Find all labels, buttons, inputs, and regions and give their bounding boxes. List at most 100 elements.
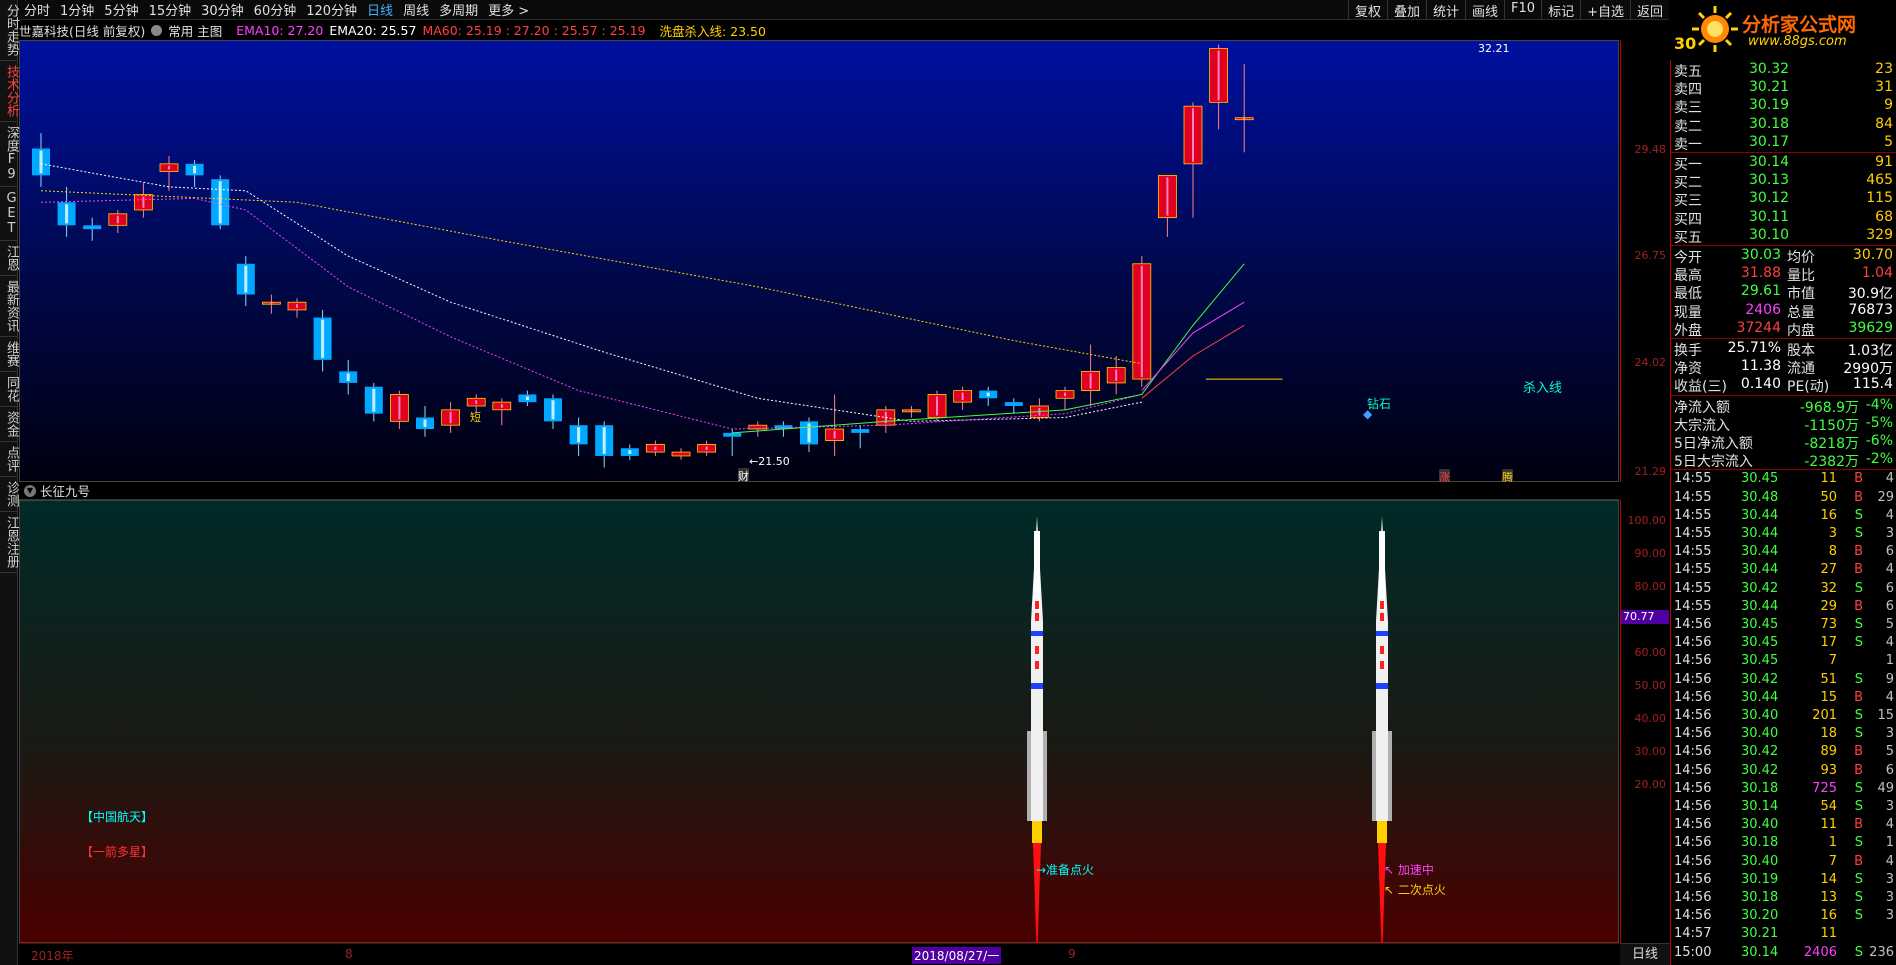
flow-row[interactable]: 5日大宗流入 -2382万 -2% [1671,450,1896,470]
buy-order-row[interactable]: 买二 30.13 465 [1671,171,1896,191]
template-icon[interactable] [151,25,163,36]
left-nav-item[interactable]: 分时走势 [0,0,19,61]
stat-row[interactable]: 净资 11.38 流通 2990万 [1671,357,1896,377]
tick-row[interactable]: 14:56 30.20 16 S 3 [1671,907,1896,926]
period-tab[interactable]: 1分钟 [55,0,99,19]
tick-row[interactable]: 14:56 30.42 89 B 5 [1671,743,1896,762]
tick-row[interactable]: 14:56 30.18 725 S 49 [1671,780,1896,799]
left-nav-item[interactable]: 技术分析 [0,61,19,122]
sell-order-row[interactable]: 卖二 30.18 84 [1671,115,1896,135]
left-nav-item[interactable]: 深度F9 [0,122,19,187]
period-button[interactable]: 日线 [1620,943,1670,965]
indicator-name[interactable]: 长征九号 [40,481,90,500]
tick-row[interactable]: 14:55 30.45 11 B 4 [1671,470,1896,489]
left-nav-item[interactable]: 维赛 [0,337,19,372]
tick-row[interactable]: 14:56 30.14 54 S 3 [1671,798,1896,817]
buy-order-row[interactable]: 买三 30.12 115 [1671,189,1896,209]
sell-order-row[interactable]: 卖四 30.21 31 [1671,78,1896,98]
stat-row[interactable]: 最高 31.88 量比 1.04 [1671,264,1896,284]
tick-row[interactable]: 14:56 30.45 7 1 [1671,652,1896,671]
left-nav-item[interactable]: GET [0,187,19,241]
flow-row[interactable]: 净流入额 -968.9万 -4% [1671,396,1896,416]
period-tab[interactable]: 60分钟 [249,0,302,19]
stat-row[interactable]: 外盘 37244 内盘 39629 [1671,319,1896,339]
period-tab[interactable]: 分时 [19,0,55,19]
period-tab[interactable]: 30分钟 [196,0,249,19]
template-name[interactable]: 常用 主图 [168,21,222,40]
tick-row[interactable]: 15:00 30.14 2406 S 236 [1671,944,1896,963]
stat-row[interactable]: 换手 25.71% 股本 1.03亿 [1671,339,1896,359]
tick-row[interactable]: 14:56 30.45 17 S 4 [1671,634,1896,653]
toolbar-tool-button[interactable]: 返回 [1629,0,1669,20]
flow-row[interactable]: 大宗流入 -1150万 -5% [1671,414,1896,434]
toolbar-tool-button[interactable]: 统计 [1426,0,1465,20]
tick-row[interactable]: 14:55 30.44 16 S 4 [1671,507,1896,526]
tick-row[interactable]: 14:56 30.45 73 S 5 [1671,616,1896,635]
tick-row[interactable]: 14:56 30.40 18 S 3 [1671,725,1896,744]
left-nav-item[interactable]: 资金 [0,407,19,442]
collapse-icon[interactable]: ▼ [24,484,36,497]
flow-row[interactable]: 5日净流入额 -8218万 -6% [1671,432,1896,452]
stat-row[interactable]: 最低 29.61 市值 30.9亿 [1671,282,1896,302]
tick-row[interactable]: 14:55 30.44 3 S 3 [1671,525,1896,544]
sell-order-row[interactable]: 卖三 30.19 9 [1671,96,1896,116]
toolbar-tool-button[interactable]: 叠加 [1386,0,1426,20]
tick-price: 30.45 [1741,471,1779,487]
period-toolbar: 分时 1分钟 5分钟 15分钟 30分钟 60分钟 120分钟 日线 周线 多周期 更多 > 复权叠… [19,0,1669,20]
period-tab[interactable]: 日线 [362,0,398,19]
tick-row[interactable]: 14:56 30.19 14 S 3 [1671,871,1896,890]
period-tab[interactable]: 120分钟 [301,0,362,19]
stat-row[interactable]: 今开 30.03 均价 30.70 [1671,246,1896,266]
tick-row[interactable]: 14:56 30.18 1 S 1 [1671,834,1896,853]
toolbar-tool-button[interactable]: 标记 [1541,0,1580,20]
stat-row[interactable]: 收益(三) 0.140 PE(动) 115.4 [1671,375,1896,395]
period-tab[interactable]: 更多 > [483,0,534,19]
tick-time: 14:55 [1674,598,1712,614]
period-tab[interactable]: 5分钟 [99,0,143,19]
price-tick: 24.02 [1634,356,1667,369]
period-tab[interactable]: 周线 [398,0,434,19]
tick-row[interactable]: 14:56 30.18 13 S 3 [1671,889,1896,908]
toolbar-tool-button[interactable]: 复权 [1347,0,1387,20]
left-nav-item[interactable]: 江恩注册 [0,512,19,573]
toolbar-tool-button[interactable]: F10 [1504,0,1541,20]
tick-row[interactable]: 14:55 30.44 8 B 6 [1671,543,1896,562]
left-nav-item[interactable]: 点评 [0,442,19,477]
sell-order-row[interactable]: 卖一 30.17 5 [1671,133,1896,153]
period-tab[interactable]: 15分钟 [144,0,197,19]
toolbar-tool-button[interactable]: 画线 [1465,0,1504,20]
tick-row[interactable]: 14:55 30.42 32 S 6 [1671,580,1896,599]
buy-order-row[interactable]: 买五 30.10 329 [1671,226,1896,246]
left-nav-item[interactable]: 诊测 [0,477,19,512]
tick-row[interactable]: 14:56 30.44 15 B 4 [1671,689,1896,708]
tick-count: 4 [1885,853,1894,869]
tick-row[interactable]: 14:57 30.21 11 [1671,925,1896,944]
tick-count: 3 [1885,799,1894,814]
order-label: 买五 [1674,229,1702,246]
buy-order-row[interactable]: 买一 30.14 91 [1671,153,1896,173]
tick-row[interactable]: 14:56 30.42 93 B 6 [1671,762,1896,781]
tick-row[interactable]: 14:56 30.42 51 S 9 [1671,671,1896,690]
tick-row[interactable]: 14:55 30.44 27 B 4 [1671,561,1896,580]
tick-count: 3 [1885,890,1894,905]
tick-row[interactable]: 14:56 30.40 11 B 4 [1671,816,1896,835]
buy-order-row[interactable]: 买四 30.11 68 [1671,208,1896,228]
tick-row[interactable]: 14:56 30.40 201 S 15 [1671,707,1896,726]
tick-side: S [1854,871,1863,887]
tick-row[interactable]: 14:55 30.44 29 B 6 [1671,598,1896,617]
toolbar-tool-button[interactable]: +自选 [1580,0,1630,20]
sell-order-row[interactable]: 卖五 30.32 23 [1671,60,1896,80]
left-nav-item[interactable]: 同花 [0,372,19,407]
price-tick: 29.48 [1634,143,1667,156]
left-nav-item[interactable]: 江恩 [0,241,19,276]
tick-volume: 8 [1828,544,1837,560]
period-tab[interactable]: 多周期 [434,0,483,19]
stock-title[interactable]: 世嘉科技(日线 前复权) [19,21,145,40]
kline-chart[interactable]: 32.21 ←21.50 财 短 钻石 ◆ 杀入线 涨 腾 [19,40,1619,485]
tick-row[interactable]: 14:56 30.40 7 B 4 [1671,853,1896,872]
tick-time: 14:56 [1674,689,1712,705]
tick-row[interactable]: 14:55 30.48 50 B 29 [1671,489,1896,508]
stat-row[interactable]: 现量 2406 总量 76873 [1671,301,1896,321]
indicator-chart[interactable]: 【中国航天】 【一箭多星】 →准备点火 ↖ 加速中 ↖ 二次点火 [19,500,1619,944]
left-nav-item[interactable]: 最新资讯 [0,276,19,337]
